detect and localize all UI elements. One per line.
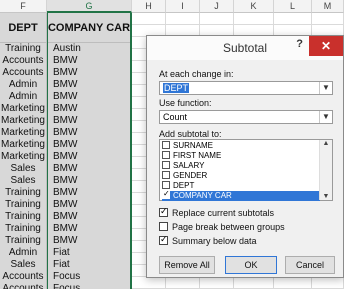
summary-below-checkbox[interactable]	[159, 234, 168, 246]
field-label: FIRST NAME	[173, 151, 222, 160]
page-break-option[interactable]: Page break between groups	[159, 222, 285, 232]
use-function-select[interactable]: Count ▼	[159, 110, 333, 124]
column-header-f[interactable]: F	[0, 0, 47, 13]
replace-subtotals-option[interactable]: Replace current subtotals	[159, 206, 275, 218]
empty-cell[interactable]	[132, 277, 166, 289]
cancel-button[interactable]: Cancel	[285, 256, 335, 274]
subtotal-field-item[interactable]: GENDER	[162, 170, 320, 181]
empty-cell[interactable]	[312, 277, 344, 289]
replace-subtotals-checkbox[interactable]	[159, 206, 168, 218]
chevron-down-icon[interactable]: ▼	[319, 111, 332, 123]
empty-cell[interactable]	[312, 13, 344, 25]
field-checkbox[interactable]	[162, 160, 170, 169]
field-label: GENDER	[173, 171, 208, 180]
empty-cell[interactable]	[200, 13, 234, 25]
scroll-up-icon[interactable]: ▲	[320, 140, 332, 147]
field-label: SALARY	[173, 161, 205, 170]
column-header-h[interactable]: H	[132, 0, 166, 13]
use-function-value: Count	[163, 112, 188, 122]
dialog-titlebar[interactable]: Subtotal ? ✕	[147, 36, 343, 60]
field-label: SURNAME	[173, 141, 214, 150]
column-header-i[interactable]: I	[166, 0, 200, 13]
empty-cell[interactable]	[234, 13, 274, 25]
empty-cell[interactable]	[166, 277, 200, 289]
ok-button[interactable]: OK	[225, 256, 277, 274]
field-checkbox[interactable]	[162, 140, 170, 149]
field-label: DEPT	[173, 181, 195, 190]
empty-cell[interactable]	[274, 277, 312, 289]
field-checkbox[interactable]	[162, 170, 170, 179]
close-button[interactable]: ✕	[309, 36, 343, 56]
subtotal-field-item[interactable]: FIRST NAME	[162, 150, 320, 161]
add-subtotal-label: Add subtotal to:	[159, 129, 222, 139]
chevron-down-icon[interactable]: ▼	[319, 82, 332, 94]
subtotal-field-item[interactable]: SALARY	[162, 160, 320, 171]
column-header-k[interactable]: K	[234, 0, 274, 13]
company-car-header-cell[interactable]: COMPANY CAR	[47, 13, 131, 43]
field-checkbox[interactable]	[162, 180, 170, 189]
column-header-m[interactable]: M	[312, 0, 344, 13]
summary-below-option[interactable]: Summary below data	[159, 234, 257, 246]
list-scrollbar[interactable]: ▲ ▼	[319, 140, 332, 200]
empty-cell[interactable]	[274, 13, 312, 25]
page-break-checkbox[interactable]	[159, 222, 168, 232]
dept-header-cell[interactable]: DEPT	[0, 13, 47, 43]
subtotal-field-item[interactable]: DEPT	[162, 180, 320, 191]
field-checkbox[interactable]	[162, 150, 170, 159]
dept-cell[interactable]: Accounts	[0, 283, 47, 289]
replace-subtotals-label: Replace current subtotals	[172, 208, 275, 218]
summary-below-label: Summary below data	[172, 236, 257, 246]
empty-cell[interactable]	[132, 13, 166, 25]
field-checkbox[interactable]	[162, 189, 170, 199]
column-header-j[interactable]: J	[200, 0, 234, 13]
at-each-change-value: DEPT	[163, 83, 190, 93]
add-subtotal-list[interactable]: SURNAMEFIRST NAMESALARYGENDERDEPTCOMPANY…	[159, 139, 333, 201]
field-label: COMPANY CAR	[173, 191, 232, 200]
subtotal-field-item[interactable]: COMPANY CAR	[162, 189, 320, 201]
use-function-label: Use function:	[159, 98, 212, 108]
help-icon[interactable]: ?	[296, 38, 303, 50]
company-car-cell[interactable]: Focus	[47, 283, 131, 289]
empty-cell[interactable]	[234, 277, 274, 289]
page-break-label: Page break between groups	[172, 222, 285, 232]
at-each-change-select[interactable]: DEPT ▼	[159, 81, 333, 95]
subtotal-dialog: Subtotal ? ✕ At each change in: DEPT ▼ U…	[146, 35, 344, 278]
empty-cell[interactable]	[166, 13, 200, 25]
scroll-down-icon[interactable]: ▼	[320, 193, 332, 200]
remove-all-button[interactable]: Remove All	[159, 256, 215, 274]
column-header-g[interactable]: G	[47, 0, 132, 13]
subtotal-field-item[interactable]: SURNAME	[162, 140, 320, 151]
column-header-l[interactable]: L	[274, 0, 312, 13]
at-each-change-label: At each change in:	[159, 69, 234, 79]
empty-cell[interactable]	[200, 277, 234, 289]
